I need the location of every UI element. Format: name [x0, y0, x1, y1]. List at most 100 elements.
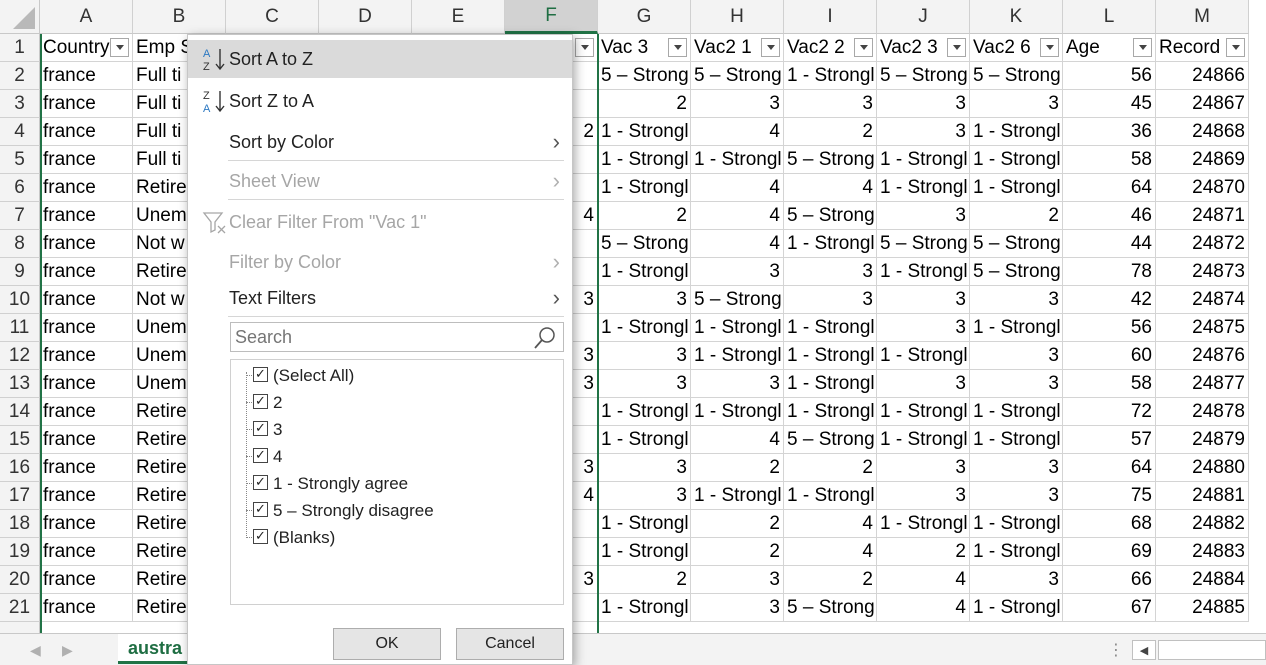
table-cell[interactable]: france — [40, 398, 133, 426]
column-header-m[interactable]: M — [1156, 0, 1249, 34]
filter-dropdown-icon[interactable] — [668, 38, 687, 57]
table-cell[interactable]: 1 - Strongl — [598, 510, 691, 538]
table-cell[interactable]: 5 – Strong — [784, 426, 877, 454]
table-cell[interactable]: 1 - Strongl — [877, 258, 970, 286]
table-cell[interactable]: 1 - Strongl — [598, 426, 691, 454]
checkbox-checked-icon[interactable]: ✓ — [253, 529, 268, 544]
sheet-tab[interactable]: austra — [118, 634, 188, 664]
text-filters[interactable]: Text Filters › — [188, 279, 572, 317]
header-cell[interactable]: Vac2 2 — [784, 34, 877, 62]
filter-dropdown-icon[interactable] — [1040, 38, 1059, 57]
table-cell[interactable]: france — [40, 426, 133, 454]
row-header[interactable]: 10 — [0, 286, 40, 314]
checkbox-checked-icon[interactable]: ✓ — [253, 475, 268, 490]
table-cell[interactable]: 24878 — [1156, 398, 1249, 426]
table-cell[interactable]: 3 — [970, 454, 1063, 482]
table-cell[interactable]: 5 – Strong — [877, 62, 970, 90]
table-cell[interactable]: 1 - Strongl — [691, 342, 784, 370]
table-cell[interactable]: 5 – Strong — [784, 146, 877, 174]
table-cell[interactable]: 60 — [1063, 342, 1156, 370]
table-cell[interactable]: 24876 — [1156, 342, 1249, 370]
table-cell[interactable]: 3 — [877, 118, 970, 146]
table-cell[interactable]: 3 — [691, 258, 784, 286]
filter-dropdown-icon[interactable] — [575, 38, 594, 57]
table-cell[interactable]: 2 — [691, 538, 784, 566]
filter-values-list[interactable]: ✓ (Select All) ✓ 2 ✓ 3 ✓ 4 ✓ 1 - Strongly agree ✓ 5… — [230, 359, 564, 605]
row-header[interactable]: 12 — [0, 342, 40, 370]
row-header[interactable]: 7 — [0, 202, 40, 230]
table-cell[interactable]: 3 — [970, 566, 1063, 594]
table-cell[interactable]: 3 — [970, 90, 1063, 118]
table-cell[interactable]: 5 – Strong — [970, 258, 1063, 286]
table-cell[interactable]: 24875 — [1156, 314, 1249, 342]
table-cell[interactable]: 24867 — [1156, 90, 1249, 118]
table-cell[interactable]: 1 - Strongl — [691, 482, 784, 510]
table-cell[interactable]: 1 - Strongl — [784, 482, 877, 510]
table-cell[interactable]: 1 - Strongl — [970, 538, 1063, 566]
table-cell[interactable]: 3 — [877, 90, 970, 118]
table-cell[interactable]: 5 – Strong — [784, 202, 877, 230]
row-header[interactable]: 17 — [0, 482, 40, 510]
table-cell[interactable]: 1 - Strongl — [970, 118, 1063, 146]
filter-search-box[interactable] — [230, 322, 564, 352]
table-cell[interactable]: 24882 — [1156, 510, 1249, 538]
table-cell[interactable]: 46 — [1063, 202, 1156, 230]
row-header[interactable] — [0, 622, 40, 633]
row-header[interactable]: 15 — [0, 426, 40, 454]
table-cell[interactable]: france — [40, 342, 133, 370]
table-cell[interactable]: france — [40, 286, 133, 314]
checkbox-checked-icon[interactable]: ✓ — [253, 421, 268, 436]
row-header[interactable]: 13 — [0, 370, 40, 398]
column-header-k[interactable]: K — [970, 0, 1063, 34]
row-header[interactable]: 6 — [0, 174, 40, 202]
table-cell[interactable]: 2 — [691, 510, 784, 538]
filter-dropdown-icon[interactable] — [1133, 38, 1152, 57]
table-cell[interactable]: 24866 — [1156, 62, 1249, 90]
table-cell[interactable]: france — [40, 594, 133, 622]
table-cell[interactable]: 36 — [1063, 118, 1156, 146]
table-cell[interactable]: 24877 — [1156, 370, 1249, 398]
sort-by-color[interactable]: Sort by Color › — [188, 123, 572, 161]
table-cell[interactable]: 1 - Strongl — [877, 426, 970, 454]
table-cell[interactable]: 2 — [784, 566, 877, 594]
row-header[interactable]: 19 — [0, 538, 40, 566]
checkbox-checked-icon[interactable]: ✓ — [253, 502, 268, 517]
column-header-c[interactable]: C — [226, 0, 319, 34]
table-cell[interactable]: 1 - Strongl — [784, 342, 877, 370]
list-item[interactable]: ✓ 4 — [231, 443, 561, 470]
table-cell[interactable]: 5 – Strong — [598, 62, 691, 90]
header-cell[interactable]: Country — [40, 34, 133, 62]
table-cell[interactable]: 1 - Strongl — [598, 314, 691, 342]
row-header[interactable]: 1 — [0, 34, 40, 62]
table-cell[interactable]: 3 — [598, 482, 691, 510]
table-cell[interactable]: 58 — [1063, 146, 1156, 174]
table-cell[interactable]: 4 — [691, 118, 784, 146]
table-cell[interactable]: 3 — [877, 286, 970, 314]
table-cell[interactable]: 1 - Strongl — [970, 146, 1063, 174]
table-cell[interactable]: france — [40, 482, 133, 510]
table-cell[interactable]: france — [40, 314, 133, 342]
table-cell[interactable]: 24874 — [1156, 286, 1249, 314]
table-cell[interactable]: 3 — [970, 482, 1063, 510]
row-header[interactable]: 14 — [0, 398, 40, 426]
table-cell[interactable]: 1 - Strongl — [970, 314, 1063, 342]
column-header-h[interactable]: H — [691, 0, 784, 34]
table-cell[interactable]: france — [40, 230, 133, 258]
list-item[interactable]: ✓ 1 - Strongly agree — [231, 470, 561, 497]
row-header[interactable]: 11 — [0, 314, 40, 342]
sort-a-to-z[interactable]: A Z Sort A to Z — [188, 40, 572, 78]
table-cell[interactable]: 3 — [691, 594, 784, 622]
table-cell[interactable]: 1 - Strongl — [970, 594, 1063, 622]
table-cell[interactable]: 2 — [784, 454, 877, 482]
table-cell[interactable]: 72 — [1063, 398, 1156, 426]
table-cell[interactable]: 3 — [598, 454, 691, 482]
header-cell[interactable]: Age — [1063, 34, 1156, 62]
filter-dropdown-icon[interactable] — [947, 38, 966, 57]
next-sheet-icon[interactable]: ▶ — [62, 642, 73, 659]
header-cell[interactable]: Vac2 6 — [970, 34, 1063, 62]
table-cell[interactable]: 3 — [691, 370, 784, 398]
table-cell[interactable]: 44 — [1063, 230, 1156, 258]
table-cell[interactable]: 5 – Strong — [877, 230, 970, 258]
scroll-left-icon[interactable]: ◀ — [1132, 640, 1156, 660]
table-cell[interactable]: 66 — [1063, 566, 1156, 594]
